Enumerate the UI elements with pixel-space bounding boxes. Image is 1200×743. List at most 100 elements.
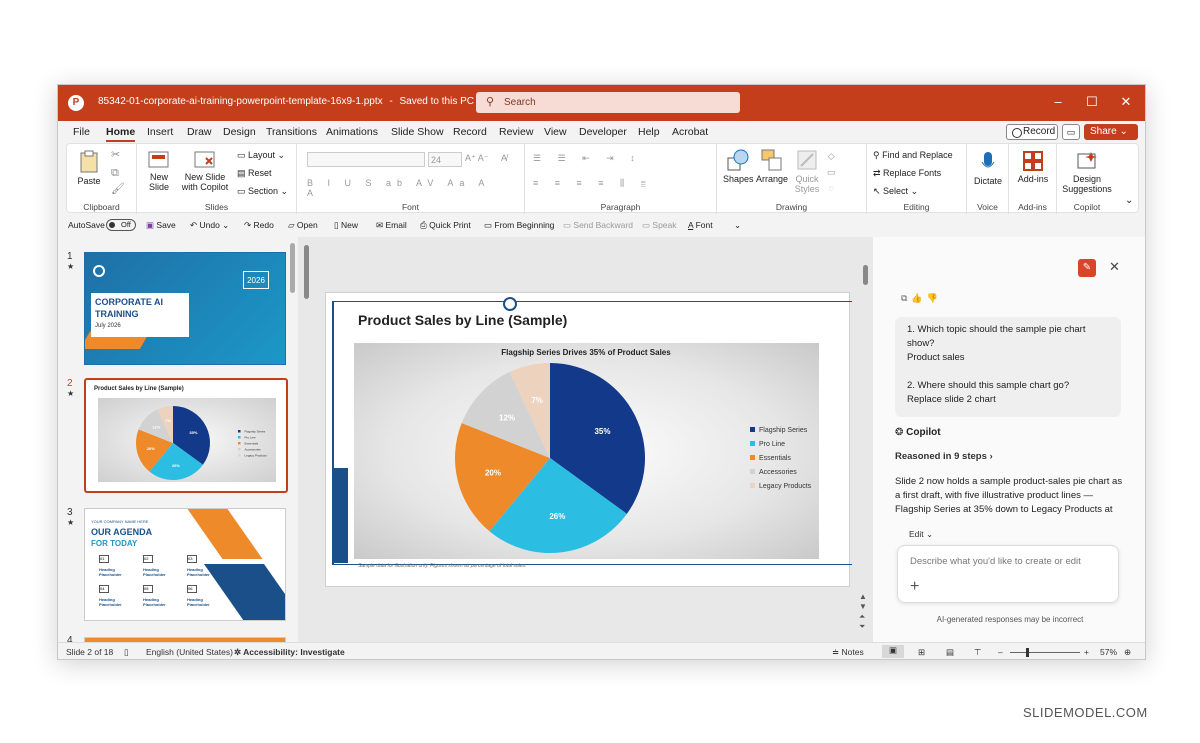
spellcheck-icon[interactable]: ▯ [124, 647, 129, 658]
align-buttons[interactable]: ≡ ≡ ≡ ≡ ⫼ ≣ [533, 178, 713, 188]
scroll-arrow-icons[interactable]: ▲ ▼ ⏶ ⏷ [859, 592, 867, 632]
legend-swatch [238, 430, 241, 433]
shapes-button[interactable]: Shapes [723, 148, 754, 184]
tab-draw[interactable]: Draw [187, 126, 212, 138]
quick-styles-button[interactable]: Quick Styles [791, 148, 823, 194]
reasoned-steps-toggle[interactable]: Reasoned in 9 steps › [895, 451, 993, 462]
addins-button[interactable]: Add-ins [1013, 150, 1053, 184]
new-chat-icon[interactable]: ✎ [1078, 259, 1096, 277]
tab-record[interactable]: Record [453, 126, 487, 138]
pie-data-label: 12% [499, 413, 515, 422]
file-title[interactable]: 85342-01-corporate-ai-training-powerpoin… [98, 96, 485, 107]
user-message-bubble: 1. Which topic should the sample pie cha… [895, 317, 1121, 417]
clear-format-icon[interactable]: A̸ [501, 153, 507, 163]
autosave-toggle[interactable]: Off [106, 219, 136, 231]
arrange-button[interactable]: Arrange [755, 148, 789, 184]
slideshow-view-icon[interactable]: ⊤ [974, 647, 981, 658]
new-slide-button[interactable]: New Slide [143, 150, 175, 192]
language[interactable]: English (United States) [146, 647, 233, 657]
undo-button[interactable]: ↶ Undo ⌄ [190, 220, 229, 231]
chart-area[interactable]: Flagship Series Drives 35% of Product Sa… [354, 343, 819, 559]
find-replace-button[interactable]: ⚲ Find and Replace [873, 150, 967, 160]
record-button[interactable]: Record [1006, 124, 1058, 140]
zoom-level[interactable]: 57% [1100, 647, 1117, 657]
feedback-icons[interactable]: ⧉👍👎 [901, 293, 942, 304]
from-beginning-button[interactable]: ▭ From Beginning [484, 220, 554, 231]
thumbnail-slide-2[interactable]: Product Sales by Line (Sample) 35% 26% 20%… [84, 378, 288, 493]
normal-view-icon[interactable]: ▣ [882, 645, 904, 658]
open-button[interactable]: ▱ Open [288, 220, 318, 231]
font-name-select[interactable] [307, 152, 425, 167]
edit-dropdown[interactable]: Edit ⌄ [909, 529, 933, 540]
comments-icon[interactable]: ▭ [1062, 124, 1080, 140]
paste-button[interactable]: Paste [75, 150, 103, 186]
watermark: SLIDEMODEL.COM [1023, 705, 1148, 720]
slide-title[interactable]: Product Sales by Line (Sample) [358, 312, 567, 328]
dictate-button[interactable]: Dictate [971, 150, 1005, 186]
customize-qat-icon[interactable]: ⌄ [734, 220, 741, 231]
cut-icon[interactable]: ✂ [111, 150, 120, 161]
maximize-icon[interactable]: ☐ [1082, 94, 1102, 110]
zoom-in-icon[interactable]: + [1084, 647, 1089, 657]
send-backward-button[interactable]: ▭ Send Backward [563, 220, 633, 231]
new-slide-copilot-button[interactable]: New Slide with Copilot [177, 150, 233, 192]
tab-view[interactable]: View [544, 126, 567, 138]
ribbon: Paste ✂ ⧉ 🖌 Clipboard New Slide New Slid… [66, 143, 1139, 214]
reset-button[interactable]: ▤ Reset [237, 168, 295, 178]
font-style-buttons[interactable]: B I U S ab AV Aa A A [307, 178, 507, 198]
format-painter-icon[interactable]: 🖌 [111, 184, 125, 195]
thumbnail-slide-3[interactable]: YOUR COMPANY NAME HERE OUR AGENDA FOR TO… [84, 508, 286, 621]
save-button[interactable]: ▣ Save [146, 220, 176, 231]
slide-sorter-icon[interactable]: ⊞ [918, 647, 925, 658]
tab-help[interactable]: Help [638, 126, 660, 138]
slide-2[interactable]: Product Sales by Line (Sample) Flagship … [325, 292, 852, 587]
zoom-thumb[interactable] [1026, 648, 1029, 657]
share-button[interactable]: Share ⌄ [1084, 124, 1138, 140]
search-box[interactable]: ⚲ Search [476, 92, 740, 113]
canvas-vscroll-right[interactable] [863, 265, 868, 285]
reading-view-icon[interactable]: ▤ [946, 647, 954, 658]
quick-print-button[interactable]: ⎙ Quick Print [420, 220, 471, 231]
tab-home[interactable]: Home [106, 126, 136, 142]
list-buttons[interactable]: ☰ ☰ ⇤ ⇥ ↕ [533, 153, 713, 163]
new-button[interactable]: ▯ New [334, 220, 358, 231]
thumb-3-heading-2: Heading Placeholder [143, 567, 166, 577]
tab-animations[interactable]: Animations [326, 126, 378, 138]
thumbs-scrollbar[interactable] [290, 243, 295, 293]
fit-slide-icon[interactable]: ⊕ [1124, 647, 1131, 658]
font-size-select[interactable]: 24 [428, 152, 462, 167]
tab-transitions[interactable]: Transitions [266, 126, 317, 138]
layout-button[interactable]: ▭ Layout ⌄ [237, 150, 295, 160]
prompt-input[interactable]: Describe what you'd like to create or ed… [897, 545, 1119, 603]
canvas-vscroll-left[interactable] [304, 245, 309, 299]
notes-button[interactable]: ≐ Notes [832, 647, 864, 658]
font-button[interactable]: A Font [688, 220, 713, 230]
thumbnail-slide-1[interactable]: 2026 CORPORATE AI TRAINING July 2026 [84, 252, 286, 365]
tab-review[interactable]: Review [499, 126, 533, 138]
minimize-icon[interactable]: – [1048, 94, 1068, 109]
rotate-handle-icon[interactable] [503, 297, 517, 311]
copy-icon[interactable]: ⧉ [111, 168, 119, 179]
speak-button[interactable]: ▭ Speak [642, 220, 677, 231]
zoom-slider[interactable] [1010, 652, 1080, 653]
email-button[interactable]: ✉ Email [376, 220, 407, 231]
tab-acrobat[interactable]: Acrobat [672, 126, 708, 138]
redo-button[interactable]: ↷ Redo [244, 220, 274, 231]
select-button[interactable]: ↖ Select ⌄ [873, 186, 967, 196]
close-icon[interactable]: ✕ [1116, 94, 1136, 110]
tab-developer[interactable]: Developer [579, 126, 627, 138]
accessibility-status[interactable]: ✲ Accessibility: Investigate [234, 647, 345, 658]
tab-file[interactable]: File [73, 126, 90, 138]
tab-insert[interactable]: Insert [147, 126, 173, 138]
replace-fonts-button[interactable]: ⇄ Replace Fonts [873, 168, 967, 178]
grow-font-icon[interactable]: A⁺ A⁻ [465, 153, 489, 163]
ribbon-expand-icon[interactable]: ⌄ [1125, 196, 1133, 206]
design-suggestions-button[interactable]: Design Suggestions [1059, 150, 1115, 194]
add-attachment-icon[interactable]: + [910, 578, 919, 596]
section-button[interactable]: ▭ Section ⌄ [237, 186, 295, 196]
tab-slide-show[interactable]: Slide Show [391, 126, 444, 138]
close-pane-icon[interactable]: ✕ [1109, 259, 1120, 275]
tab-design[interactable]: Design [223, 126, 256, 138]
zoom-out-icon[interactable]: – [998, 647, 1003, 657]
fill-outline-icons[interactable]: ◇ ▭ ◌ [827, 148, 836, 196]
